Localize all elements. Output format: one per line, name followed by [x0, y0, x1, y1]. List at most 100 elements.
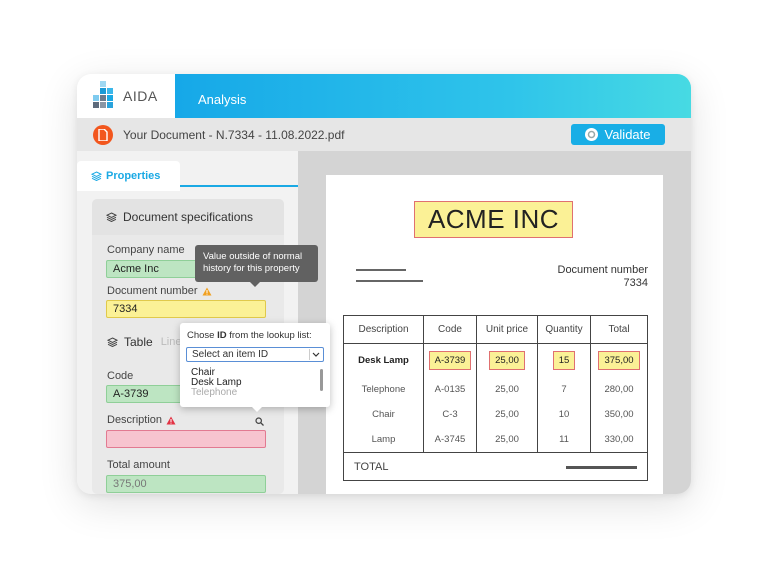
cell-quantity: 7 — [538, 377, 591, 402]
validate-button[interactable]: Validate — [571, 124, 665, 145]
cell-code: A-3739 — [424, 344, 477, 377]
column-header: Total — [608, 324, 630, 335]
cell-total: 375,00 — [591, 344, 647, 377]
tab-strip: Analysis — [175, 74, 691, 118]
description-label: Description — [107, 414, 176, 426]
cell-description: Desk Lamp — [344, 344, 424, 377]
company-highlight[interactable]: ACME INC — [414, 201, 573, 238]
item-id-select[interactable]: Select an item ID — [186, 347, 324, 362]
cell-unit-price: 25,00 — [477, 427, 538, 452]
aida-logo-icon — [93, 81, 113, 108]
code-field[interactable]: A-3739 — [106, 385, 190, 403]
cell-total: 280,00 — [604, 384, 634, 395]
table-row[interactable]: Telephone A-0135 25,00 7 280,00 — [344, 377, 647, 402]
total-label: TOTAL — [354, 460, 389, 473]
lookup-option[interactable]: Telephone — [191, 388, 324, 398]
lookup-options: Chair Desk Lamp Telephone — [186, 365, 324, 401]
lookup-title-post: from the lookup list: — [226, 330, 312, 341]
invoice-docnum-label: Document number — [557, 264, 649, 276]
highlight-quantity[interactable]: 15 — [552, 351, 576, 370]
cell-code: A-0135 — [424, 377, 477, 402]
document-file-name: Your Document - N.7334 - 11.08.2022.pdf — [123, 127, 345, 142]
table-header-row: Description Code Unit price Quantity Tot… — [344, 316, 647, 344]
column-header: Description — [344, 316, 424, 343]
brand: AIDA — [77, 74, 175, 118]
table-header: Table Line — [107, 335, 181, 349]
document-number-label-text: Document number — [107, 285, 198, 297]
tab-underline — [180, 185, 298, 187]
tab-properties-label: Properties — [106, 170, 161, 182]
pdf-icon — [93, 124, 113, 145]
top-bar: AIDA Analysis — [77, 74, 691, 118]
select-placeholder: Select an item ID — [192, 349, 269, 360]
section-title: Document specifications — [123, 210, 254, 224]
description-field[interactable] — [106, 430, 266, 448]
lookup-popover: Chose ID from the lookup list: Select an… — [180, 323, 330, 412]
lookup-scrollbar[interactable] — [320, 369, 323, 391]
cell-code: C-3 — [424, 402, 477, 427]
layers-icon — [106, 212, 117, 222]
chevron-down-icon[interactable] — [309, 349, 321, 360]
table-subtitle: Line — [160, 336, 182, 348]
cell-quantity: 11 — [538, 427, 591, 452]
section-header: Document specifications — [92, 199, 284, 235]
column-header: Quantity — [538, 316, 591, 343]
column-header: Code — [424, 316, 477, 343]
layers-icon — [91, 171, 102, 181]
search-icon[interactable] — [255, 417, 264, 426]
warning-icon — [202, 287, 211, 295]
document-page: ACME INC Document number 7334 Descriptio… — [326, 175, 663, 494]
cell-unit-price: 25,00 — [477, 377, 538, 402]
layers-icon — [107, 337, 118, 347]
cell-unit-price: 25,00 — [477, 402, 538, 427]
cell-total: 330,00 — [604, 434, 634, 445]
brand-name: AIDA — [123, 88, 158, 104]
tab-analysis[interactable]: Analysis — [198, 92, 246, 107]
cell-description: Chair — [344, 402, 424, 427]
invoice-docnum-value: 7334 — [623, 277, 648, 289]
validate-label: Validate — [604, 127, 651, 142]
cell-code: A-3745 — [424, 427, 477, 452]
cell-quantity: 10 — [538, 402, 591, 427]
document-preview: ACME INC Document number 7334 Descriptio… — [298, 151, 691, 494]
placeholder-line — [356, 269, 406, 271]
highlight-unit-price[interactable]: 25,00 — [489, 351, 525, 370]
warning-tooltip: Value outside of normal history for this… — [195, 245, 318, 287]
total-value-placeholder — [566, 466, 637, 469]
app-window: AIDA Analysis Your Document - N.7334 - 1… — [77, 74, 691, 494]
cell-description: Lamp — [344, 427, 424, 452]
column-header: Unit price — [477, 316, 538, 343]
table-row[interactable]: Desk Lamp A-3739 25,00 15 375,00 — [344, 344, 647, 377]
table-row[interactable]: Chair C-3 25,00 10 350,00 — [344, 402, 647, 427]
code-label: Code — [107, 370, 134, 382]
warning-icon — [166, 416, 176, 424]
popover-tail — [252, 407, 262, 412]
description-label-text: Description — [107, 414, 163, 426]
invoice-table: Description Code Unit price Quantity Tot… — [343, 315, 648, 481]
total-amount-label: Total amount — [107, 459, 170, 471]
cell-description: Telephone — [344, 377, 424, 402]
highlight-code[interactable]: A-3739 — [428, 351, 472, 370]
cell-total: 350,00 — [604, 409, 634, 420]
document-number-field[interactable]: 7334 — [106, 300, 266, 318]
tooltip-tail — [250, 282, 260, 287]
table-row[interactable]: Lamp A-3745 25,00 11 330,00 — [344, 427, 647, 452]
lookup-title-bold: ID — [217, 330, 227, 341]
validate-icon — [585, 128, 599, 141]
cell-quantity: 15 — [538, 344, 591, 377]
lookup-title: Chose ID from the lookup list: — [187, 330, 312, 341]
table-title: Table — [124, 335, 153, 349]
total-amount-field[interactable]: 375,00 — [106, 475, 266, 493]
cell-unit-price: 25,00 — [477, 344, 538, 377]
total-row: TOTAL — [344, 452, 647, 480]
tooltip-line: Value outside of normal — [203, 251, 303, 262]
highlight-total[interactable]: 375,00 — [598, 351, 640, 370]
invoice-document-number: Document number 7334 — [558, 264, 649, 290]
lookup-title-pre: Chose — [187, 330, 218, 341]
tab-properties[interactable]: Properties — [77, 161, 180, 191]
document-bar: Your Document - N.7334 - 11.08.2022.pdf … — [77, 118, 691, 151]
document-number-label: Document number — [107, 285, 212, 297]
placeholder-line — [356, 280, 423, 282]
address-placeholder-lines — [356, 269, 423, 291]
tooltip-line: history for this property — [203, 263, 300, 274]
